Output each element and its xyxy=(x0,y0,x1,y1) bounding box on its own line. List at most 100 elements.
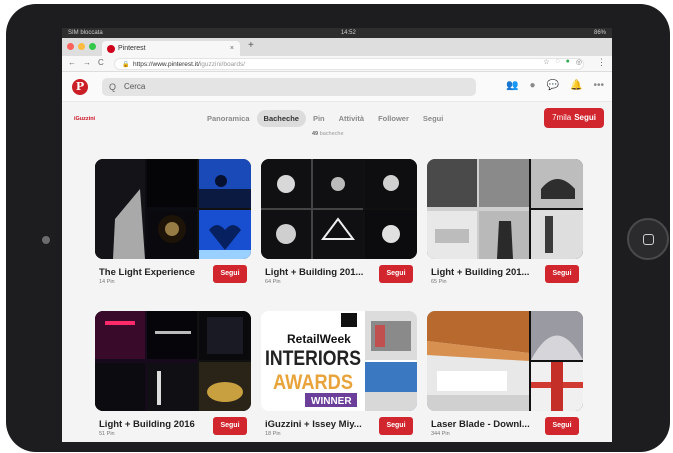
home-button[interactable] xyxy=(627,218,669,260)
follow-board-button[interactable]: Segui xyxy=(545,417,579,435)
nav-buttons: ← → C xyxy=(68,58,104,67)
cover-image-small-2 xyxy=(199,362,251,411)
board-pin-count: 344 Pin xyxy=(431,431,450,437)
board-card[interactable]: Light + Building 201... 64 Pin Segui xyxy=(261,159,417,289)
tab-segui[interactable]: Segui xyxy=(416,110,450,127)
lock-icon: 🔒 xyxy=(122,62,130,68)
pinterest-logo[interactable]: P xyxy=(72,79,88,95)
browser-tab[interactable]: Pinterest × xyxy=(102,41,240,56)
board-title[interactable]: Light + Building 2016 xyxy=(99,419,211,430)
follower-count: 7mila xyxy=(552,113,572,122)
maximize-window-icon[interactable] xyxy=(89,43,96,50)
cover-image-main xyxy=(95,159,197,259)
browser-menu-icon[interactable]: ⋮ xyxy=(597,57,606,68)
screen: SIM bloccata 14:52 86% Pinterest × + ← →… xyxy=(62,28,612,442)
close-window-icon[interactable] xyxy=(67,43,74,50)
browser-tab-bar: Pinterest × + xyxy=(62,38,612,56)
green-extension-icon[interactable]: ● xyxy=(566,58,570,66)
extension-icon[interactable]: ◌ xyxy=(555,58,559,66)
cover-image-small-1 xyxy=(531,311,583,360)
cover-image-main xyxy=(261,159,363,259)
cover-image-small-2 xyxy=(531,210,583,259)
board-pin-count: 18 Pin xyxy=(265,431,281,437)
cover-image-small-1 xyxy=(199,159,251,208)
tab-panoramica[interactable]: Panoramica xyxy=(200,110,257,127)
cover-image-small-1 xyxy=(365,159,417,208)
extension-icons: ☆ ◌ ● ◎ xyxy=(543,58,582,66)
board-pin-count: 14 Pin xyxy=(99,279,115,285)
forward-icon[interactable]: → xyxy=(83,58,91,67)
tab-pin[interactable]: Pin xyxy=(306,110,332,127)
board-title[interactable]: Laser Blade - Downl... xyxy=(431,419,543,430)
cover-image-small-1 xyxy=(365,311,417,360)
tab-bacheche[interactable]: Bacheche xyxy=(256,110,306,127)
board-card[interactable]: Laser Blade - Downl... 344 Pin Segui xyxy=(427,311,583,441)
reload-icon[interactable]: C xyxy=(98,58,104,67)
board-cover[interactable] xyxy=(95,159,251,259)
profile-bar: iGuzzini Panoramica Bacheche Pin Attivit… xyxy=(62,102,612,137)
address-bar: ← → C 🔒 https://www.pinterest.it/iguzzin… xyxy=(62,56,612,72)
cover-image-small-2 xyxy=(365,210,417,259)
tab-title: Pinterest xyxy=(118,45,146,52)
battery-text: 86% xyxy=(593,30,606,36)
board-cover[interactable] xyxy=(427,311,583,411)
board-pin-count: 51 Pin xyxy=(99,431,115,437)
cover-image-small-1 xyxy=(531,159,583,208)
cover-image-small-1 xyxy=(199,311,251,360)
search-input[interactable]: Q Cerca xyxy=(102,78,476,96)
board-cover[interactable] xyxy=(95,311,251,411)
carrier-text: SIM bloccata xyxy=(68,30,103,36)
follow-board-button[interactable]: Segui xyxy=(213,417,247,435)
profile-tabs: Panoramica Bacheche Pin Attività Followe… xyxy=(200,110,450,127)
header-icons: 👥 ● 💬 🔔 ••• xyxy=(506,80,604,91)
follow-profile-button[interactable]: 7mila Segui xyxy=(544,108,604,128)
cover-image-main xyxy=(95,311,197,411)
cover-image-main xyxy=(427,159,529,259)
follow-board-button[interactable]: Segui xyxy=(213,265,247,283)
board-pin-count: 64 Pin xyxy=(265,279,281,285)
url-host: https://www.pinterest.it/ xyxy=(133,61,200,68)
new-tab-icon[interactable]: + xyxy=(248,40,254,51)
board-title[interactable]: Light + Building 201... xyxy=(265,267,377,278)
board-card[interactable]: RetailWeek INTERIORS AWARDS WINNER iGuzz… xyxy=(261,311,417,441)
close-tab-icon[interactable]: × xyxy=(230,41,234,56)
profile-icon[interactable]: ● xyxy=(530,80,536,91)
brand-logo[interactable]: iGuzzini xyxy=(74,116,95,122)
notifications-bell-icon[interactable]: 🔔 xyxy=(570,80,582,91)
board-title[interactable]: Light + Building 201... xyxy=(431,267,543,278)
board-title[interactable]: iGuzzini + Issey Miy... xyxy=(265,419,377,430)
more-options-icon[interactable]: ••• xyxy=(593,80,604,91)
camera-dot xyxy=(42,236,50,244)
search-icon: Q xyxy=(109,82,117,92)
bookmark-star-icon[interactable]: ☆ xyxy=(543,58,549,66)
follow-board-button[interactable]: Segui xyxy=(545,265,579,283)
cover-image-main: RetailWeek INTERIORS AWARDS WINNER xyxy=(261,311,363,411)
people-icon[interactable]: 👥 xyxy=(506,80,518,91)
tab-attivita[interactable]: Attività xyxy=(332,110,371,127)
board-card[interactable]: Light + Building 2016 51 Pin Segui xyxy=(95,311,251,441)
cover-image-main xyxy=(427,311,529,411)
pinterest-favicon-icon xyxy=(107,45,115,53)
board-title[interactable]: The Light Experience xyxy=(99,267,211,278)
board-card[interactable]: Light + Building 201... 65 Pin Segui xyxy=(427,159,583,289)
award-line-2: INTERIORS xyxy=(265,347,361,370)
follow-board-button[interactable]: Segui xyxy=(379,417,413,435)
cover-image-small-2 xyxy=(199,210,251,259)
cover-image-small-2 xyxy=(531,362,583,411)
url-field[interactable]: 🔒 https://www.pinterest.it/iguzzini/boar… xyxy=(114,58,584,70)
follow-board-button[interactable]: Segui xyxy=(379,265,413,283)
board-count: 49 bacheche xyxy=(312,131,344,137)
award-line-3: AWARDS xyxy=(273,371,353,394)
tab-follower[interactable]: Follower xyxy=(371,110,416,127)
minimize-window-icon[interactable] xyxy=(78,43,85,50)
back-icon[interactable]: ← xyxy=(68,58,76,67)
extension-settings-icon[interactable]: ◎ xyxy=(576,58,582,66)
pinterest-header: P Q Cerca 👥 ● 💬 🔔 ••• xyxy=(62,72,612,102)
board-cover[interactable] xyxy=(427,159,583,259)
board-cover[interactable]: RetailWeek INTERIORS AWARDS WINNER xyxy=(261,311,417,411)
search-placeholder: Cerca xyxy=(124,82,146,91)
board-cover[interactable] xyxy=(261,159,417,259)
board-card[interactable]: The Light Experience 14 Pin Segui xyxy=(95,159,251,289)
board-count-label: bacheche xyxy=(319,131,344,137)
messages-icon[interactable]: 💬 xyxy=(547,80,559,91)
